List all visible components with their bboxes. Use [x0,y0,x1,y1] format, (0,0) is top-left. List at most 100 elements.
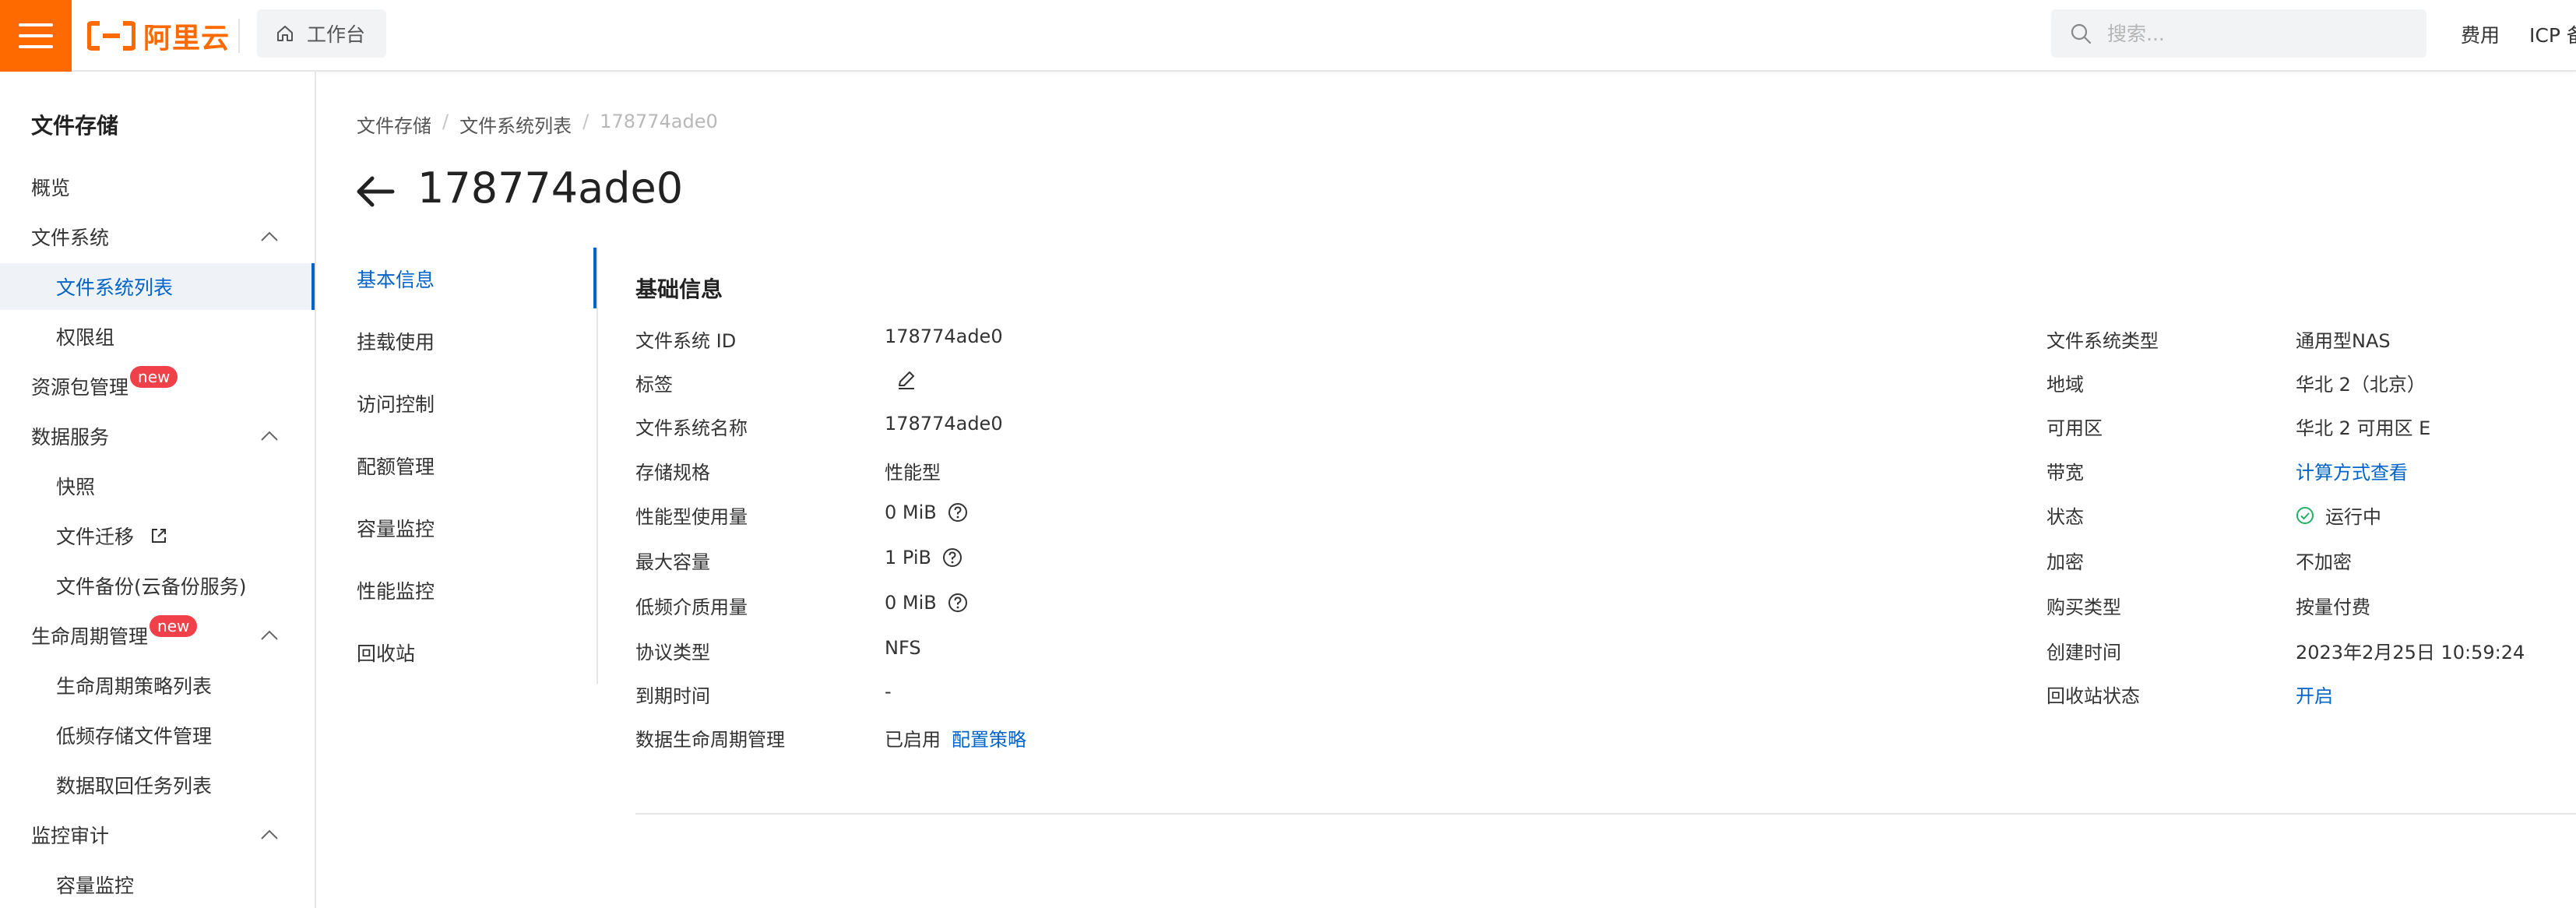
fs-name-text: 178774ade0 [885,413,1003,435]
tab-access-control[interactable]: 访问控制 [357,372,598,435]
sidebar-item-file-backup[interactable]: 文件备份(云备份服务) [0,562,315,609]
field-value-bandwidth: 计算方式查看 [2296,457,2408,484]
field-value-encryption: 不加密 [2296,547,2352,574]
field-value-tags [896,369,917,391]
field-label-protocol: 协议类型 [635,642,710,663]
sidebar-item-label: 文件系统列表 [56,276,174,299]
help-icon[interactable] [948,593,968,613]
hamburger-line [19,45,53,48]
data-lifecycle-text: 已启用 [885,729,941,751]
field-value-purchase-type: 按量付费 [2296,592,2370,619]
infrequent-usage-text: 0 MiB [885,592,937,614]
field-label-data-lifecycle: 数据生命周期管理 [635,729,785,751]
search-input[interactable] [2106,21,2402,46]
page-title: 178774ade0 [417,164,684,213]
tab-capacity-monitoring[interactable]: 容量监控 [357,497,598,559]
sidebar-item-label: 低频存储文件管理 [56,725,213,748]
field-label-status: 状态 [2046,506,2084,528]
field-label-bandwidth: 带宽 [2046,462,2084,484]
breadcrumb: 文件存储 / 文件系统列表 / 178774ade0 [357,111,718,138]
breadcrumb-item[interactable]: 文件存储 [357,111,431,138]
sidebar-item-label: 容量监控 [56,875,135,897]
hamburger-line [19,23,53,26]
sidebar-item-infrequent-file-management[interactable]: 低频存储文件管理 [0,712,315,758]
bandwidth-calculation-link[interactable]: 计算方式查看 [2296,457,2408,484]
field-value-zone: 华北 2 可用区 E [2296,413,2430,440]
field-value-expire-time: - [885,681,892,702]
help-icon[interactable] [942,547,962,568]
section-divider [635,813,2576,815]
chevron-up-icon [261,829,278,839]
field-value-max-capacity: 1 PiB [885,547,962,568]
sidebar-item-overview[interactable]: 概览 [0,164,315,210]
sidebar-item-label: 监控审计 [31,825,110,847]
search-icon [2071,23,2092,44]
section-title: 基础信息 [635,276,723,302]
field-label-storage-spec: 存储规格 [635,462,710,484]
field-value-fs-name: 178774ade0 [885,413,1003,435]
performance-usage-text: 0 MiB [885,502,937,523]
recycle-bin-enabled-link[interactable]: 开启 [2296,681,2333,708]
tab-performance-monitoring[interactable]: 性能监控 [357,559,598,621]
logo-text: 阿里云 [143,23,231,55]
tab-quota-management[interactable]: 配额管理 [357,435,598,497]
breadcrumb-current: 178774ade0 [600,111,718,132]
sidebar-item-label: 生命周期管理 [31,625,149,648]
field-label-zone: 可用区 [2046,417,2103,439]
sidebar-item-snapshot[interactable]: 快照 [0,463,315,509]
field-label-expire-time: 到期时间 [635,685,710,707]
sidebar-item-label: 文件迁移 [56,526,135,548]
aliyun-logo[interactable]: 阿里云 [87,17,230,55]
chevron-up-icon [261,630,278,640]
field-label-recycle-status: 回收站状态 [2046,685,2140,707]
field-label-tags: 标签 [635,374,673,396]
help-icon[interactable] [948,502,968,523]
header-link-cost[interactable]: 费用 [2461,20,2500,48]
protocol-text: NFS [885,637,921,659]
field-label-fs-id: 文件系统 ID [635,330,737,352]
global-search[interactable] [2051,9,2426,58]
sidebar-item-capacity-monitoring[interactable]: 容量监控 [0,861,315,908]
sidebar-item-label: 资源包管理 [31,376,129,399]
created-time-text: 2023年2月25日 10:59:24 [2296,642,2525,663]
zone-text: 华北 2 可用区 E [2296,417,2431,439]
sidebar-group-file-system[interactable]: 文件系统 [0,213,315,260]
field-value-fs-type: 通用型NAS [2296,326,2391,353]
sidebar-item-resource-package[interactable]: 资源包管理 new [0,363,315,410]
sidebar-item-data-retrieval-tasks[interactable]: 数据取回任务列表 [0,762,315,808]
status-text: 运行中 [2325,506,2381,528]
field-label-encryption: 加密 [2046,551,2084,573]
configure-policy-link[interactable]: 配置策略 [952,724,1026,751]
top-bar: 阿里云 工作台 费用 ICP 备 [0,0,2576,72]
edit-icon[interactable] [896,369,917,391]
tab-basic-info[interactable]: 基本信息 [357,248,598,310]
sidebar-item-file-system-list[interactable]: 文件系统列表 [0,263,315,310]
tab-mount-usage[interactable]: 挂载使用 [357,310,598,372]
expire-time-text: - [885,681,892,702]
storage-spec-text: 性能型 [885,462,941,484]
sidebar-item-label: 概览 [31,177,71,199]
sidebar-item-permission-group[interactable]: 权限组 [0,313,315,360]
hamburger-menu-button[interactable] [0,0,72,72]
new-badge: new [150,615,198,637]
workbench-label: 工作台 [307,23,366,46]
field-value-protocol: NFS [885,637,921,659]
sidebar-group-monitoring-audit[interactable]: 监控审计 [0,811,315,858]
field-value-recycle-status: 开启 [2296,681,2333,708]
field-value-created-time: 2023年2月25日 10:59:24 [2296,637,2525,664]
sidebar-item-file-migration[interactable]: 文件迁移 [0,512,315,559]
new-badge: new [130,366,178,388]
sidebar-item-lifecycle-policy-list[interactable]: 生命周期策略列表 [0,662,315,709]
tab-recycle-bin[interactable]: 回收站 [357,621,598,684]
field-value-performance-usage: 0 MiB [885,502,968,523]
sidebar-group-data-service[interactable]: 数据服务 [0,413,315,459]
back-arrow-icon[interactable] [355,174,396,209]
breadcrumb-item[interactable]: 文件系统列表 [459,111,572,138]
workbench-button[interactable]: 工作台 [257,9,386,58]
field-value-infrequent-usage: 0 MiB [885,592,968,614]
sidebar-group-lifecycle[interactable]: 生命周期管理 new [0,612,315,659]
header-link-icp[interactable]: ICP 备 [2529,20,2576,48]
sidebar-item-label: 数据取回任务列表 [56,775,213,797]
field-label-region: 地域 [2046,374,2084,396]
breadcrumb-separator: / [442,111,449,132]
